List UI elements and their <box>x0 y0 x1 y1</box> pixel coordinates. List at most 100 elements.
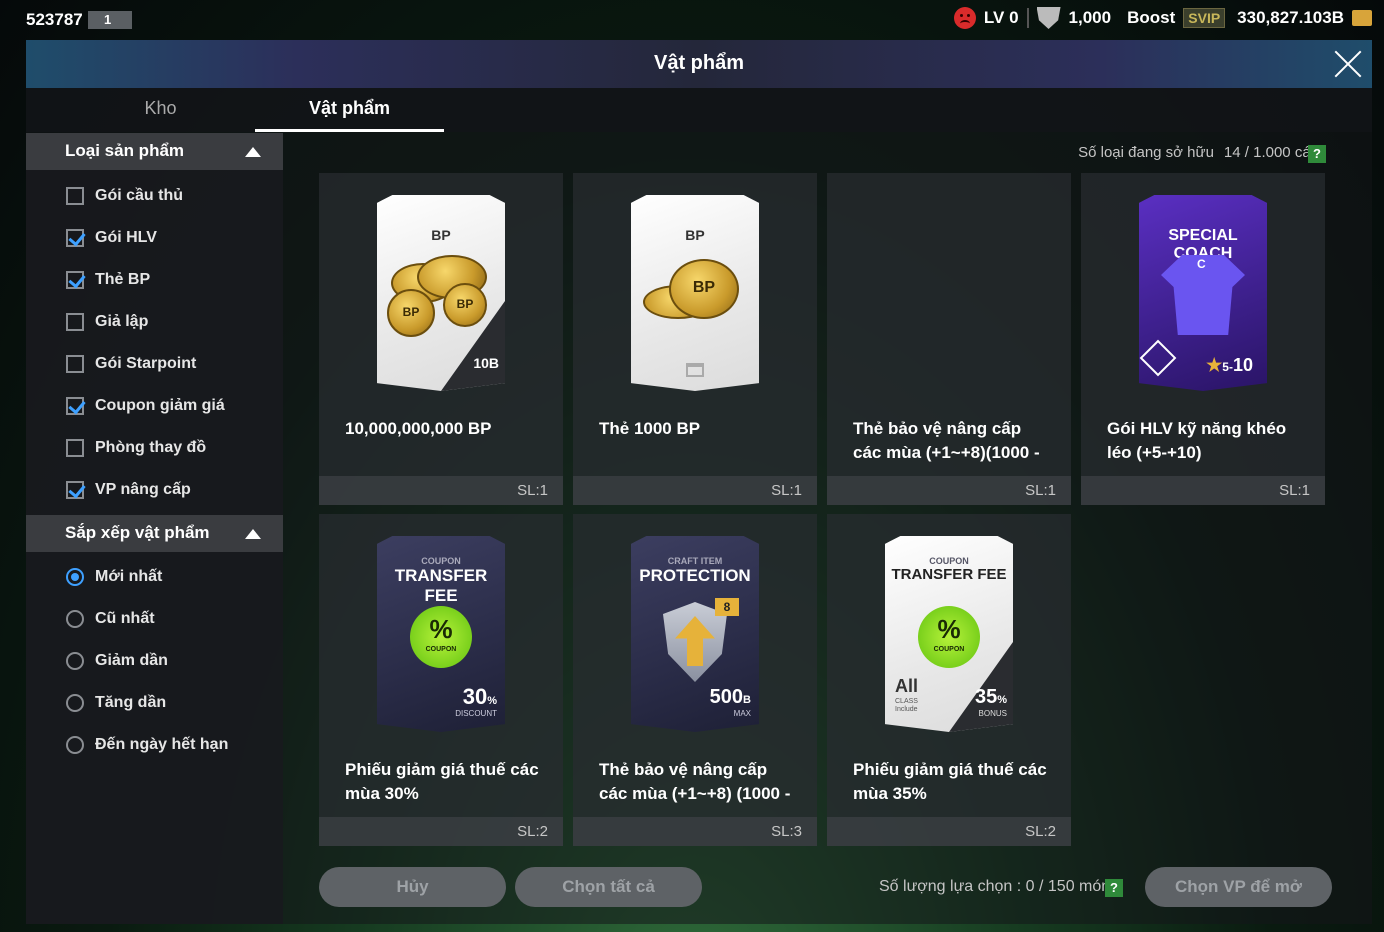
card-art-small: CRAFT ITEM <box>667 556 723 566</box>
boost-label: Boost <box>1127 8 1176 27</box>
filter-option-label: VP nâng cấp <box>95 481 191 498</box>
collapse-triangle-icon[interactable] <box>245 147 261 157</box>
item-name: Thẻ bảo vệ nâng cấp các mùa (+1~+8)(1000… <box>853 419 1040 462</box>
grade-tag: 8 <box>715 598 739 616</box>
collapse-triangle-icon[interactable] <box>245 529 261 539</box>
window-title: Vật phẩm <box>653 52 745 74</box>
sort-header[interactable]: Sắp xếp vật phẩm <box>26 515 283 552</box>
checkbox[interactable] <box>66 229 84 247</box>
sort-option[interactable]: Giảm dần <box>66 652 168 670</box>
filter-header[interactable]: Loại sản phẩm <box>26 133 283 170</box>
item-name: 10,000,000,000 BP <box>345 419 492 438</box>
coupon-card-image: COUPON TRANSFER FEE % COUPON All CLASS I… <box>885 536 1013 732</box>
item-card[interactable]: Thẻ bảo vệ nâng cấp các mùa (+1~+8)(1000… <box>827 173 1071 505</box>
sort-option[interactable]: Mới nhất <box>66 568 162 586</box>
radio[interactable] <box>66 736 84 754</box>
class-sub2: Include <box>895 706 918 713</box>
close-icon[interactable] <box>1332 48 1364 80</box>
item-card[interactable]: BP BP Thẻ 1000 BP SL:1 <box>573 173 817 505</box>
filter-option-label: Phòng thay đồ <box>95 439 207 456</box>
coupon-number: 30 <box>462 684 488 709</box>
sort-option[interactable]: Cũ nhất <box>66 610 155 628</box>
item-card[interactable]: BP BP BP 10B 10,000,000,000 BP SL:1 <box>319 173 563 505</box>
card-art-label: TRANSFER FEE <box>891 566 1007 583</box>
item-quantity: SL:1 <box>319 476 563 505</box>
sad-face-icon <box>953 7 976 29</box>
item-name: Thẻ bảo vệ nâng cấp các mùa (+1~+8) (100… <box>599 760 791 803</box>
coin-icon: BP <box>443 283 487 327</box>
tab-kho[interactable]: Kho <box>66 98 255 132</box>
checkbox[interactable] <box>66 271 84 289</box>
divider <box>1026 8 1029 28</box>
radio[interactable] <box>66 610 84 628</box>
checkbox[interactable] <box>66 439 84 457</box>
coupon-value: 30% <box>463 684 497 710</box>
sort-option-label: Giảm dần <box>95 652 168 669</box>
filter-option[interactable]: Thẻ BP <box>66 271 150 289</box>
ownership-count: Số loại đang sở hữu 14 / 1.000 cái <box>1078 144 1314 161</box>
item-card[interactable]: CRAFT ITEM PROTECTION 8 500B MAX Thẻ bảo… <box>573 514 817 846</box>
filter-option[interactable]: Gói HLV <box>66 229 157 247</box>
radio[interactable] <box>66 568 84 586</box>
level-text: LV 0 <box>983 8 1019 27</box>
item-quantity: SL:1 <box>1081 476 1325 505</box>
card-art-small: COUPON <box>421 556 461 566</box>
select-all-button[interactable]: Chọn tất cả <box>515 867 702 907</box>
coin-icon: BP <box>387 289 435 337</box>
coupon-unit: % <box>997 694 1007 706</box>
slot-badge: 1 <box>88 11 132 29</box>
checkbox[interactable] <box>66 397 84 415</box>
user-id: 523787 <box>26 10 83 29</box>
item-quantity: SL:3 <box>573 817 817 846</box>
radio[interactable] <box>66 694 84 712</box>
tab-vat-pham[interactable]: Vật phẩm <box>255 98 444 132</box>
item-card[interactable]: SPECIAL COACH C ★5-10 Gói HLV kỹ năng kh… <box>1081 173 1325 505</box>
filter-option[interactable]: VP nâng cấp <box>66 481 191 499</box>
coin-icon: BP <box>669 259 739 319</box>
coin-label: BP <box>402 305 420 319</box>
filter-option[interactable]: Giả lập <box>66 313 148 331</box>
card-art-label: TRANSFER FEE <box>394 566 488 605</box>
filter-sidebar: Loại sản phẩm Gói cầu thủ Gói HLV Thẻ BP… <box>26 133 283 924</box>
sort-title: Sắp xếp vật phẩm <box>65 523 210 542</box>
tab-bar: Kho Vật phẩm <box>26 88 1372 132</box>
card-art-label: BP <box>685 227 705 243</box>
filter-option[interactable]: Gói cầu thủ <box>66 187 183 205</box>
item-name: Gói HLV kỹ năng khéo léo (+5-+10) <box>1107 419 1287 462</box>
coupon-subtext: DISCOUNT <box>455 709 497 718</box>
item-quantity: SL:2 <box>827 817 1071 846</box>
filter-title: Loại sản phẩm <box>65 141 185 160</box>
open-items-button[interactable]: Chọn VP để mở <box>1145 867 1332 907</box>
filter-option[interactable]: Coupon giảm giá <box>66 397 225 415</box>
item-name: Phiếu giảm giá thuế các mùa 35% <box>853 760 1047 803</box>
checkbox[interactable] <box>66 481 84 499</box>
protection-number: 500 <box>709 686 744 708</box>
help-icon[interactable]: ? <box>1105 879 1123 897</box>
checkbox[interactable] <box>66 187 84 205</box>
help-icon[interactable]: ? <box>1308 145 1326 163</box>
sort-option[interactable]: Tăng dần <box>66 694 166 712</box>
filter-option-label: Coupon giảm giá <box>95 397 225 414</box>
title-bar: Vật phẩm <box>26 40 1372 88</box>
radio[interactable] <box>66 652 84 670</box>
cancel-button[interactable]: Hủy <box>319 867 506 907</box>
sort-option-label: Mới nhất <box>95 568 163 585</box>
filter-option[interactable]: Gói Starpoint <box>66 355 196 373</box>
badge-symbol: % <box>937 614 961 644</box>
sort-option-label: Đến ngày hết hạn <box>95 736 229 753</box>
protection-subtext: MAX <box>733 709 751 718</box>
badge-label: COUPON <box>933 646 965 653</box>
filter-option[interactable]: Phòng thay đồ <box>66 439 206 457</box>
item-card[interactable]: COUPON TRANSFER FEE % COUPON All CLASS I… <box>827 514 1071 846</box>
selection-count: Số lượng lựa chọn : 0 / 150 món <box>879 878 1111 895</box>
bp-card-image: BP BP BP 10B <box>377 195 505 391</box>
item-card[interactable]: COUPON TRANSFER FEE % COUPON 30% DISCOUN… <box>319 514 563 846</box>
coupon-number: 35 <box>974 686 998 708</box>
discount-badge-icon: % COUPON <box>918 606 980 668</box>
sort-option[interactable]: Đến ngày hết hạn <box>66 736 228 754</box>
checkbox[interactable] <box>66 355 84 373</box>
coupon-unit: % <box>487 695 497 707</box>
checkbox[interactable] <box>66 313 84 331</box>
item-quantity: SL:1 <box>827 476 1071 505</box>
items-window: Vật phẩm Kho Vật phẩm Loại sản phẩm Gói … <box>26 40 1372 924</box>
